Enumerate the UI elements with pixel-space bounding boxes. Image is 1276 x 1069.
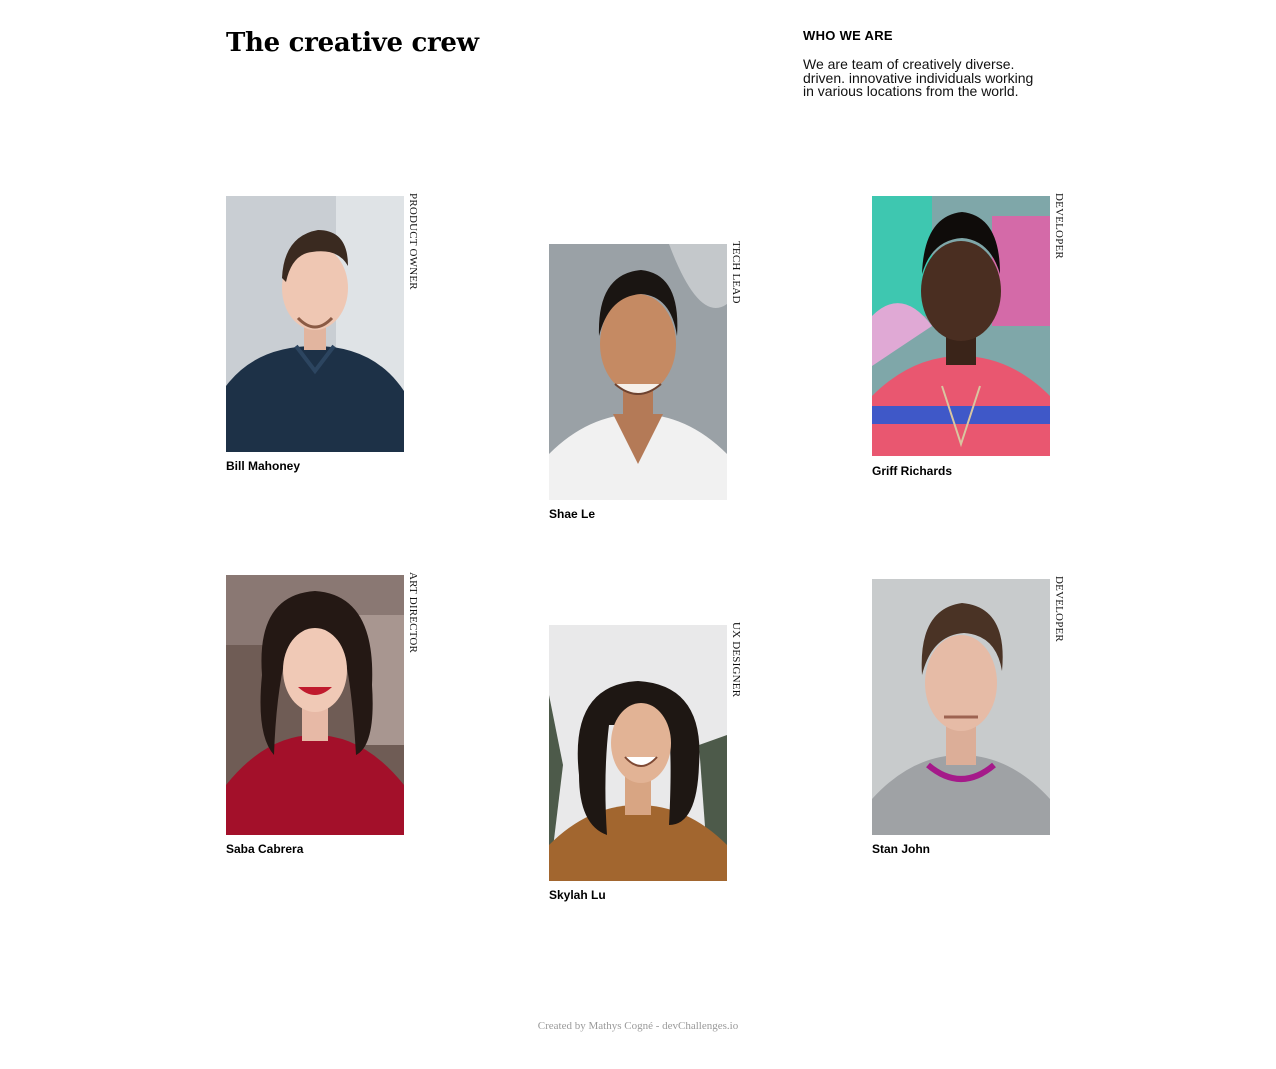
page-title: The creative crew	[226, 28, 479, 58]
member-name: Bill Mahoney	[226, 459, 301, 473]
member-photo	[226, 575, 404, 835]
member-name: Griff Richards	[872, 464, 953, 478]
about-text: We are team of creatively diverse. drive…	[803, 56, 1034, 99]
member-photo	[872, 196, 1050, 456]
member-role: UX DESIGNER	[730, 622, 742, 698]
member-photo	[872, 579, 1050, 835]
footer-credit: Created by Mathys Cogné - devChallenges.…	[537, 1020, 739, 1032]
member-role: PRODUCT OWNER	[407, 193, 419, 290]
member-name: Skylah Lu	[549, 888, 606, 902]
member-photo	[549, 244, 727, 500]
member-role: ART DIRECTOR	[407, 572, 419, 654]
member-role: TECH LEAD	[730, 241, 742, 304]
member-role: DEVELOPER	[1053, 576, 1065, 642]
about-heading: WHO WE ARE	[803, 28, 893, 43]
member-name: Saba Cabrera	[226, 842, 304, 856]
about-section: WHO WE ARE We are team of creatively div…	[803, 28, 1043, 99]
member-name: Shae Le	[549, 507, 596, 521]
member-role: DEVELOPER	[1053, 193, 1065, 259]
member-photo	[226, 196, 404, 452]
member-photo	[549, 625, 727, 881]
member-name: Stan John	[872, 842, 931, 856]
